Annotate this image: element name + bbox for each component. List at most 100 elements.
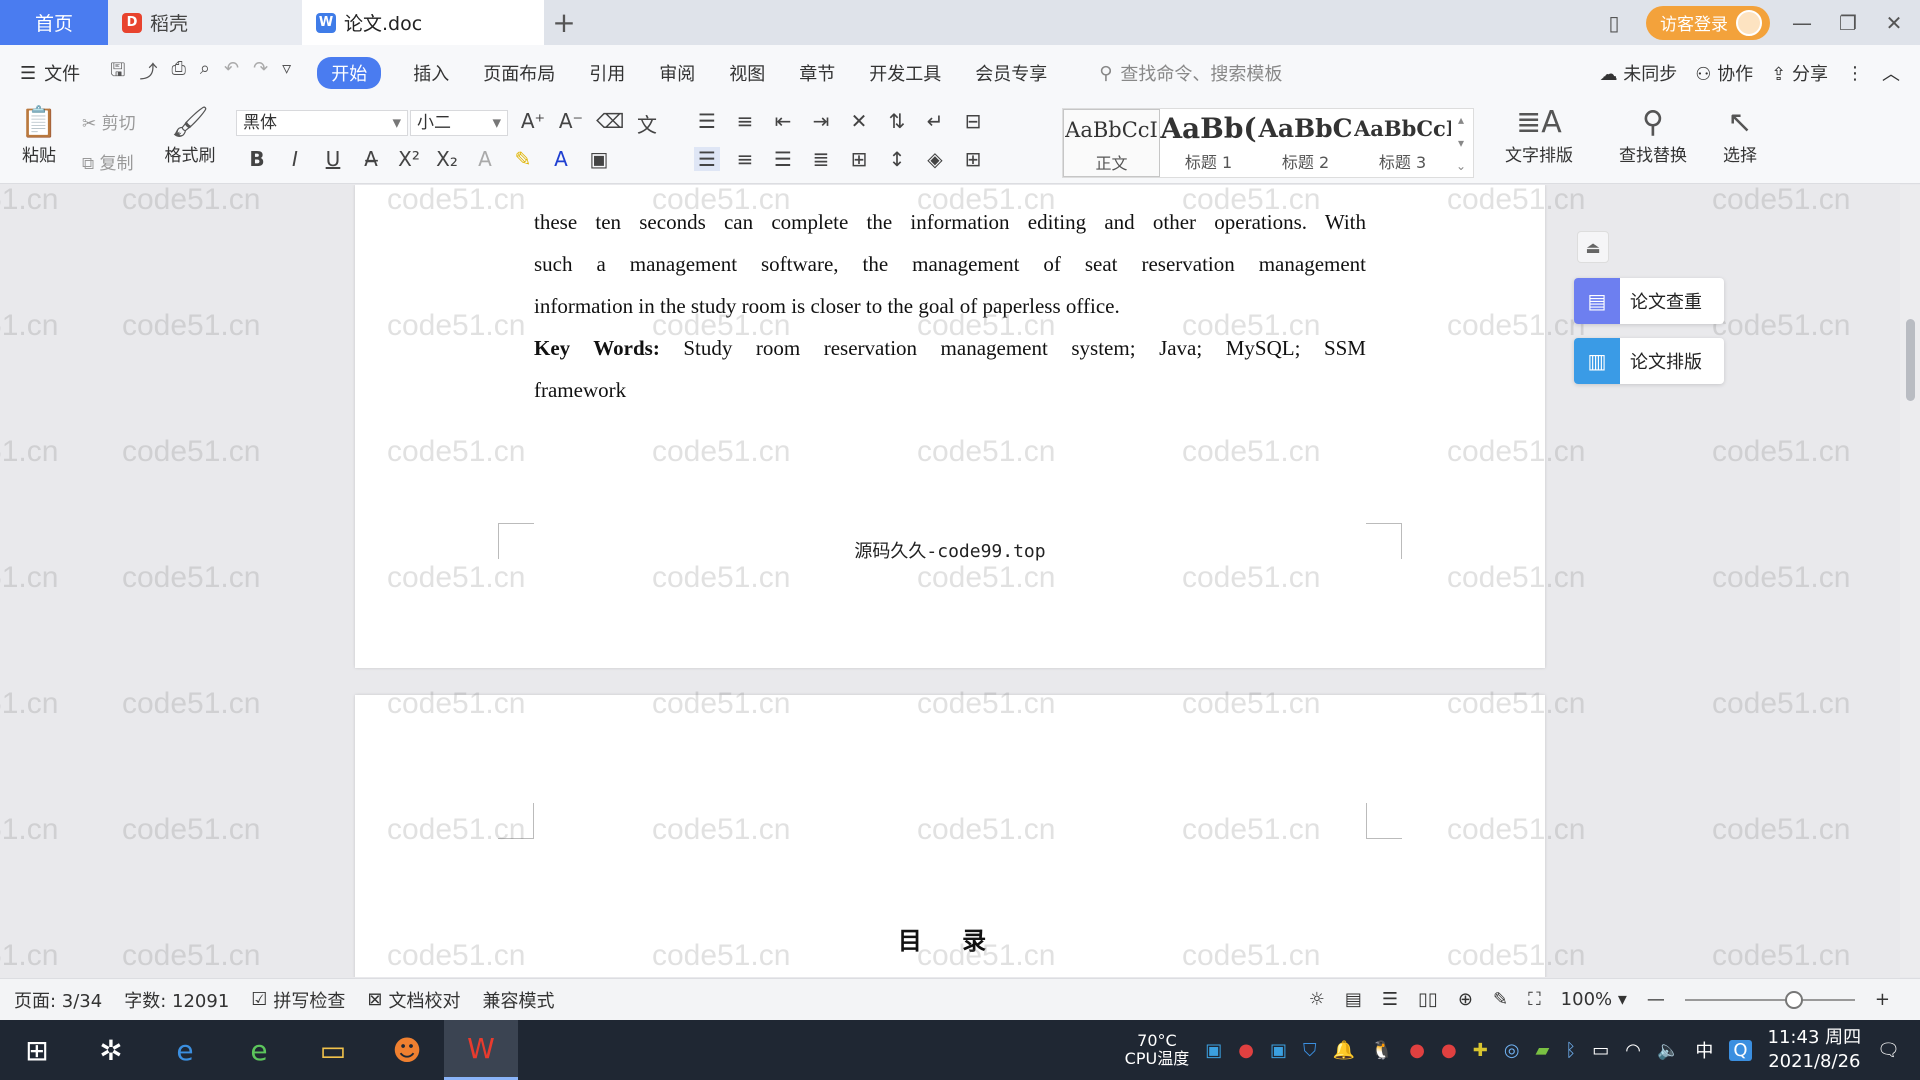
web-view-icon[interactable]: ⊕ xyxy=(1458,989,1473,1010)
menu-start[interactable]: 开始 xyxy=(317,57,382,89)
format-painter-button[interactable]: 🖌 格式刷 xyxy=(160,105,220,166)
reading-view-icon[interactable]: ▯▯ xyxy=(1418,989,1438,1010)
chevron-up-icon[interactable]: ▴ xyxy=(1458,113,1464,127)
proofread-button[interactable]: ⊠ 文档校对 xyxy=(367,987,460,1013)
style-scroll[interactable]: ▴ ▾ ⌄ xyxy=(1451,109,1471,177)
select-button[interactable]: ↖ 选择 xyxy=(1712,105,1768,166)
subscript-icon[interactable]: X₂ xyxy=(434,147,460,171)
document-workspace[interactable]: these ten seconds can complete the infor… xyxy=(0,185,1920,977)
align-right-icon[interactable]: ☰ xyxy=(770,147,796,171)
more-icon[interactable]: ⋮ xyxy=(1846,63,1864,84)
menu-page-layout[interactable]: 页面布局 xyxy=(483,60,555,86)
tab-home[interactable]: 首页 xyxy=(0,0,108,45)
zoom-slider[interactable] xyxy=(1684,990,1855,1009)
wps-writer-icon[interactable]: W xyxy=(444,1020,518,1080)
browser-360-icon[interactable]: e xyxy=(222,1020,296,1080)
menu-chapter[interactable]: 章节 xyxy=(799,60,835,86)
borders-icon[interactable]: ⊞ xyxy=(960,147,986,171)
tray-app-icon[interactable]: ● xyxy=(1441,1040,1457,1061)
tab-stop-icon[interactable]: ⊟ xyxy=(960,109,986,133)
app-mascot-icon[interactable]: ☻ xyxy=(370,1020,444,1080)
style-heading-2[interactable]: AaBbC 标题 2 xyxy=(1257,109,1354,177)
align-left-icon[interactable]: ☰ xyxy=(694,147,720,171)
tray-app-icon[interactable]: ✚ xyxy=(1473,1040,1488,1061)
command-search[interactable]: ⚲ 查找命令、搜索模板 xyxy=(1099,60,1282,86)
quick-access-dropdown-icon[interactable]: ▿ xyxy=(282,58,291,88)
italic-icon[interactable]: I xyxy=(282,147,308,171)
file-menu[interactable]: ☰ 文件 xyxy=(20,60,80,86)
underline-icon[interactable]: U xyxy=(320,147,346,171)
collapse-ribbon-icon[interactable]: ︿ xyxy=(1882,60,1900,86)
save-icon[interactable]: 🖫 xyxy=(110,58,125,88)
justify-icon[interactable]: ≣ xyxy=(808,147,834,171)
cpu-temperature[interactable]: 70°C CPU温度 xyxy=(1125,1032,1190,1068)
copy-button[interactable]: ⧉ 复制 xyxy=(82,149,134,174)
bullet-list-icon[interactable]: ☰ xyxy=(694,109,720,133)
battery-icon[interactable]: ▭ xyxy=(1592,1040,1609,1061)
style-heading-3[interactable]: AaBbCcI 标题 3 xyxy=(1354,109,1451,177)
shading-icon[interactable]: ◈ xyxy=(922,147,948,171)
minimize-icon[interactable]: — xyxy=(1788,11,1816,35)
increase-indent-icon[interactable]: ⇥ xyxy=(808,109,834,133)
font-size-select[interactable]: 小二 ▾ xyxy=(410,110,508,136)
document-page[interactable]: these ten seconds can complete the infor… xyxy=(355,185,1545,668)
tray-app-icon[interactable]: ▣ xyxy=(1270,1040,1287,1061)
shrink-font-icon[interactable]: A⁻ xyxy=(558,109,584,138)
tray-app-icon[interactable]: ▣ xyxy=(1205,1040,1222,1061)
chinese-layout-icon[interactable]: ✕ xyxy=(846,109,872,133)
text-layout-button[interactable]: ≣A 文字排版 xyxy=(1494,105,1584,166)
spell-check-button[interactable]: ☑ 拼写检查 xyxy=(251,987,345,1013)
page-view-icon[interactable]: ▤ xyxy=(1345,989,1362,1010)
restore-icon[interactable]: ❐ xyxy=(1834,11,1862,35)
text-effect-icon[interactable]: A xyxy=(472,147,498,171)
distribute-icon[interactable]: ⊞ xyxy=(846,147,872,171)
scrollbar-thumb[interactable] xyxy=(1906,319,1915,401)
export-icon[interactable]: ⤴ xyxy=(139,58,157,88)
zoom-out-icon[interactable]: — xyxy=(1647,989,1665,1010)
sort-icon[interactable]: ⇅ xyxy=(884,109,910,133)
phonetic-icon[interactable]: 文 xyxy=(634,109,660,138)
bluetooth-icon[interactable]: ᛒ xyxy=(1565,1040,1576,1061)
shield-icon[interactable]: ⛉ xyxy=(1303,1040,1317,1061)
page-count[interactable]: 页面: 3/34 xyxy=(14,987,102,1013)
decrease-indent-icon[interactable]: ⇤ xyxy=(770,109,796,133)
tab-daoke[interactable]: D 稻壳 xyxy=(108,0,302,45)
paper-check-button[interactable]: ▤ 论文查重 xyxy=(1574,278,1724,324)
system-clock[interactable]: 11:43 周四 2021/8/26 xyxy=(1768,1026,1862,1074)
tray-app-icon[interactable]: ● xyxy=(1238,1040,1254,1061)
font-name-select[interactable]: 黑体 ▾ xyxy=(236,110,408,136)
style-normal[interactable]: AaBbCcI 正文 xyxy=(1063,109,1160,177)
tab-document[interactable]: W 论文.doc xyxy=(302,0,544,45)
undo-icon[interactable]: ↶ xyxy=(224,58,239,88)
cut-button[interactable]: ✂ 剪切 xyxy=(82,109,136,134)
sync-button[interactable]: ☁ 未同步 xyxy=(1600,60,1678,86)
zoom-slider-knob[interactable] xyxy=(1784,990,1803,1009)
menu-member[interactable]: 会员专享 xyxy=(975,60,1047,86)
document-page[interactable]: 目 录 xyxy=(355,695,1545,977)
eye-protection-icon[interactable]: ☼ xyxy=(1309,989,1325,1010)
ime-app-icon[interactable]: Q xyxy=(1729,1039,1752,1061)
bell-icon[interactable]: 🔔 xyxy=(1332,1040,1354,1061)
collab-button[interactable]: ⚇ 协作 xyxy=(1695,60,1753,86)
menu-review[interactable]: 审阅 xyxy=(659,60,695,86)
pen-icon[interactable]: ✎ xyxy=(1493,989,1508,1010)
numbered-list-icon[interactable]: ≡ xyxy=(732,109,758,133)
pinwheel-app-icon[interactable]: ✲ xyxy=(74,1020,148,1080)
paste-button[interactable]: 📋 粘贴 xyxy=(14,105,64,166)
file-explorer-icon[interactable]: ▭ xyxy=(296,1020,370,1080)
clear-format-icon[interactable]: ⌫ xyxy=(596,109,624,138)
strikethrough-icon[interactable]: A̶ xyxy=(358,147,384,171)
menu-developer[interactable]: 开发工具 xyxy=(869,60,941,86)
new-tab-button[interactable]: + xyxy=(544,0,584,45)
ime-indicator[interactable]: 中 xyxy=(1695,1037,1713,1063)
expand-icon[interactable]: ⌄ xyxy=(1456,159,1466,173)
superscript-icon[interactable]: X² xyxy=(396,147,422,171)
find-replace-button[interactable]: ⚲ 查找替换 xyxy=(1608,105,1698,166)
word-count[interactable]: 字数: 12091 xyxy=(124,987,229,1013)
redo-icon[interactable]: ↷ xyxy=(253,58,268,88)
tray-app-icon[interactable]: ● xyxy=(1409,1040,1425,1061)
highlight-icon[interactable]: ✎ xyxy=(510,147,536,171)
close-icon[interactable]: ✕ xyxy=(1880,11,1908,35)
style-heading-1[interactable]: AaBb( 标题 1 xyxy=(1160,109,1257,177)
align-center-icon[interactable]: ≡ xyxy=(732,147,758,171)
